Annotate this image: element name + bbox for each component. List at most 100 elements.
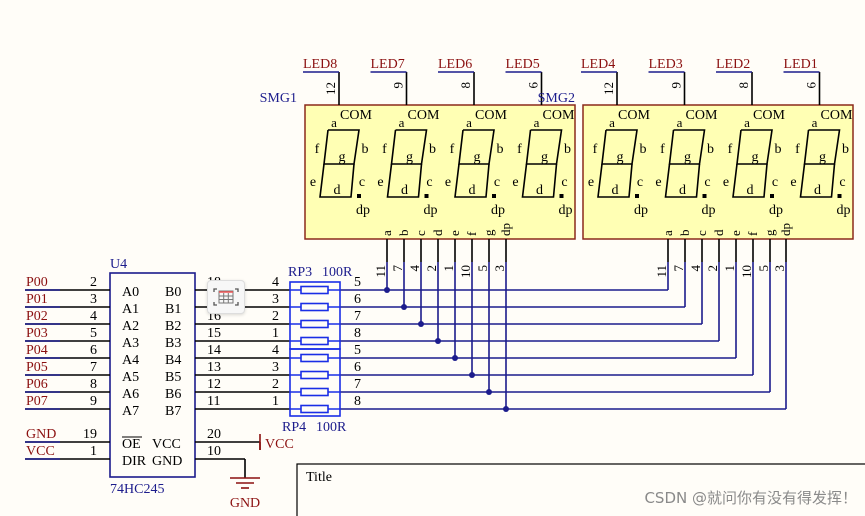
segment-pin-number: 5 bbox=[756, 265, 771, 272]
pin-label: A2 bbox=[122, 319, 139, 334]
segment-pin-number: 3 bbox=[772, 265, 787, 272]
display-ref: SMG1 bbox=[260, 91, 297, 106]
com-label: COM bbox=[618, 108, 650, 123]
segment-pin-label: g bbox=[481, 229, 496, 236]
rp-value: 100R bbox=[322, 265, 353, 280]
pin-label: A1 bbox=[122, 302, 139, 317]
pin-number: 13 bbox=[207, 360, 221, 375]
segment-pin-number: 4 bbox=[407, 265, 422, 272]
seg-label-g: g bbox=[339, 150, 346, 165]
rp-ref: RP3 bbox=[288, 265, 312, 280]
segment-pin-label: c bbox=[413, 230, 428, 236]
segment-pin-label: e bbox=[447, 230, 462, 236]
seg-label-e: e bbox=[310, 175, 316, 190]
rp-pin-number: 7 bbox=[354, 377, 361, 392]
rp-ref: RP4 bbox=[282, 420, 306, 435]
segment-pin-number: 10 bbox=[458, 265, 473, 278]
resistor bbox=[300, 336, 329, 346]
net-label: LED1 bbox=[784, 57, 818, 72]
seg-label-f: f bbox=[517, 142, 522, 157]
seg-label-d: d bbox=[747, 183, 754, 198]
rp-pin-number: 2 bbox=[272, 309, 279, 324]
net-label: LED6 bbox=[438, 57, 472, 72]
pin-number: 9 bbox=[90, 394, 97, 409]
seg-label-dp: dp bbox=[702, 203, 716, 218]
com-label: COM bbox=[821, 108, 853, 123]
table-capture-button[interactable] bbox=[207, 280, 245, 314]
segment-pin-number: 5 bbox=[475, 265, 490, 272]
seg-label-e: e bbox=[445, 175, 451, 190]
seg-label-dp: dp bbox=[837, 203, 851, 218]
pin-number: 8 bbox=[458, 82, 473, 89]
rp-pin-number: 8 bbox=[354, 326, 361, 341]
net-label: LED7 bbox=[371, 57, 405, 72]
junction-dot bbox=[469, 372, 475, 378]
junction-dot bbox=[486, 389, 492, 395]
net-label: P02 bbox=[26, 309, 48, 324]
pin-number: 6 bbox=[804, 82, 819, 89]
resistor bbox=[300, 404, 329, 414]
segment-pin-label: d bbox=[711, 229, 726, 236]
com-label: COM bbox=[686, 108, 718, 123]
rp-pin-number: 1 bbox=[272, 326, 279, 341]
seg-label-d: d bbox=[612, 183, 619, 198]
seg-label-b: b bbox=[707, 142, 714, 157]
seg-label-f: f bbox=[660, 142, 665, 157]
segment-pin-label: a bbox=[660, 230, 675, 236]
pin-number: 8 bbox=[90, 377, 97, 392]
dp-dot bbox=[635, 194, 639, 198]
seg-label-a: a bbox=[466, 115, 472, 130]
pin-label: A7 bbox=[122, 404, 139, 419]
segment-pin-number: 3 bbox=[492, 265, 507, 272]
segment-pin-number: 4 bbox=[688, 265, 703, 272]
seg-label-dp: dp bbox=[424, 203, 438, 218]
dp-dot bbox=[357, 194, 361, 198]
net-label: VCC bbox=[26, 444, 55, 459]
pin-label: A0 bbox=[122, 285, 139, 300]
seg-label-c: c bbox=[637, 175, 643, 190]
seg-label-c: c bbox=[561, 175, 567, 190]
seg-label-e: e bbox=[790, 175, 796, 190]
pin-label: B6 bbox=[165, 387, 181, 402]
seg-label-b: b bbox=[362, 142, 369, 157]
segment-pin-label: d bbox=[430, 229, 445, 236]
segment-pin-number: 11 bbox=[654, 265, 669, 278]
dp-dot bbox=[770, 194, 774, 198]
seg-label-g: g bbox=[406, 150, 413, 165]
pin-number: 14 bbox=[207, 343, 221, 358]
rp-pin-number: 7 bbox=[354, 309, 361, 324]
pin-label: A3 bbox=[122, 336, 139, 351]
com-label: COM bbox=[340, 108, 372, 123]
ic-part: 74HC245 bbox=[110, 482, 164, 497]
seg-label-c: c bbox=[772, 175, 778, 190]
seg-label-a: a bbox=[677, 115, 683, 130]
dp-dot bbox=[702, 194, 707, 198]
rp-pin-number: 3 bbox=[272, 360, 279, 375]
junction-dot bbox=[452, 355, 458, 361]
seg-label-g: g bbox=[684, 150, 691, 165]
pin-number: 12 bbox=[323, 82, 338, 95]
net-label: P05 bbox=[26, 360, 48, 375]
pin-number: 11 bbox=[207, 394, 220, 409]
seg-label-b: b bbox=[429, 142, 436, 157]
pin-label: B1 bbox=[165, 302, 181, 317]
junction-dot bbox=[418, 321, 424, 327]
rp-pin-number: 6 bbox=[354, 292, 361, 307]
pin-label: A6 bbox=[122, 387, 139, 402]
pin-label: B0 bbox=[165, 285, 181, 300]
seg-label-g: g bbox=[819, 150, 826, 165]
com-label: COM bbox=[543, 108, 575, 123]
pin-number: 15 bbox=[207, 326, 221, 341]
segment-pin-label: g bbox=[762, 229, 777, 236]
seg-label-dp: dp bbox=[491, 203, 505, 218]
com-label: COM bbox=[475, 108, 507, 123]
seg-label-f: f bbox=[728, 142, 733, 157]
seg-label-a: a bbox=[331, 115, 337, 130]
net-label: LED4 bbox=[581, 57, 615, 72]
seg-label-b: b bbox=[564, 142, 571, 157]
seg-label-c: c bbox=[494, 175, 500, 190]
seg-label-c: c bbox=[426, 175, 432, 190]
pin-number: 6 bbox=[526, 82, 541, 89]
segment-pin-number: 7 bbox=[671, 265, 686, 272]
pin-number: 1 bbox=[90, 444, 97, 459]
